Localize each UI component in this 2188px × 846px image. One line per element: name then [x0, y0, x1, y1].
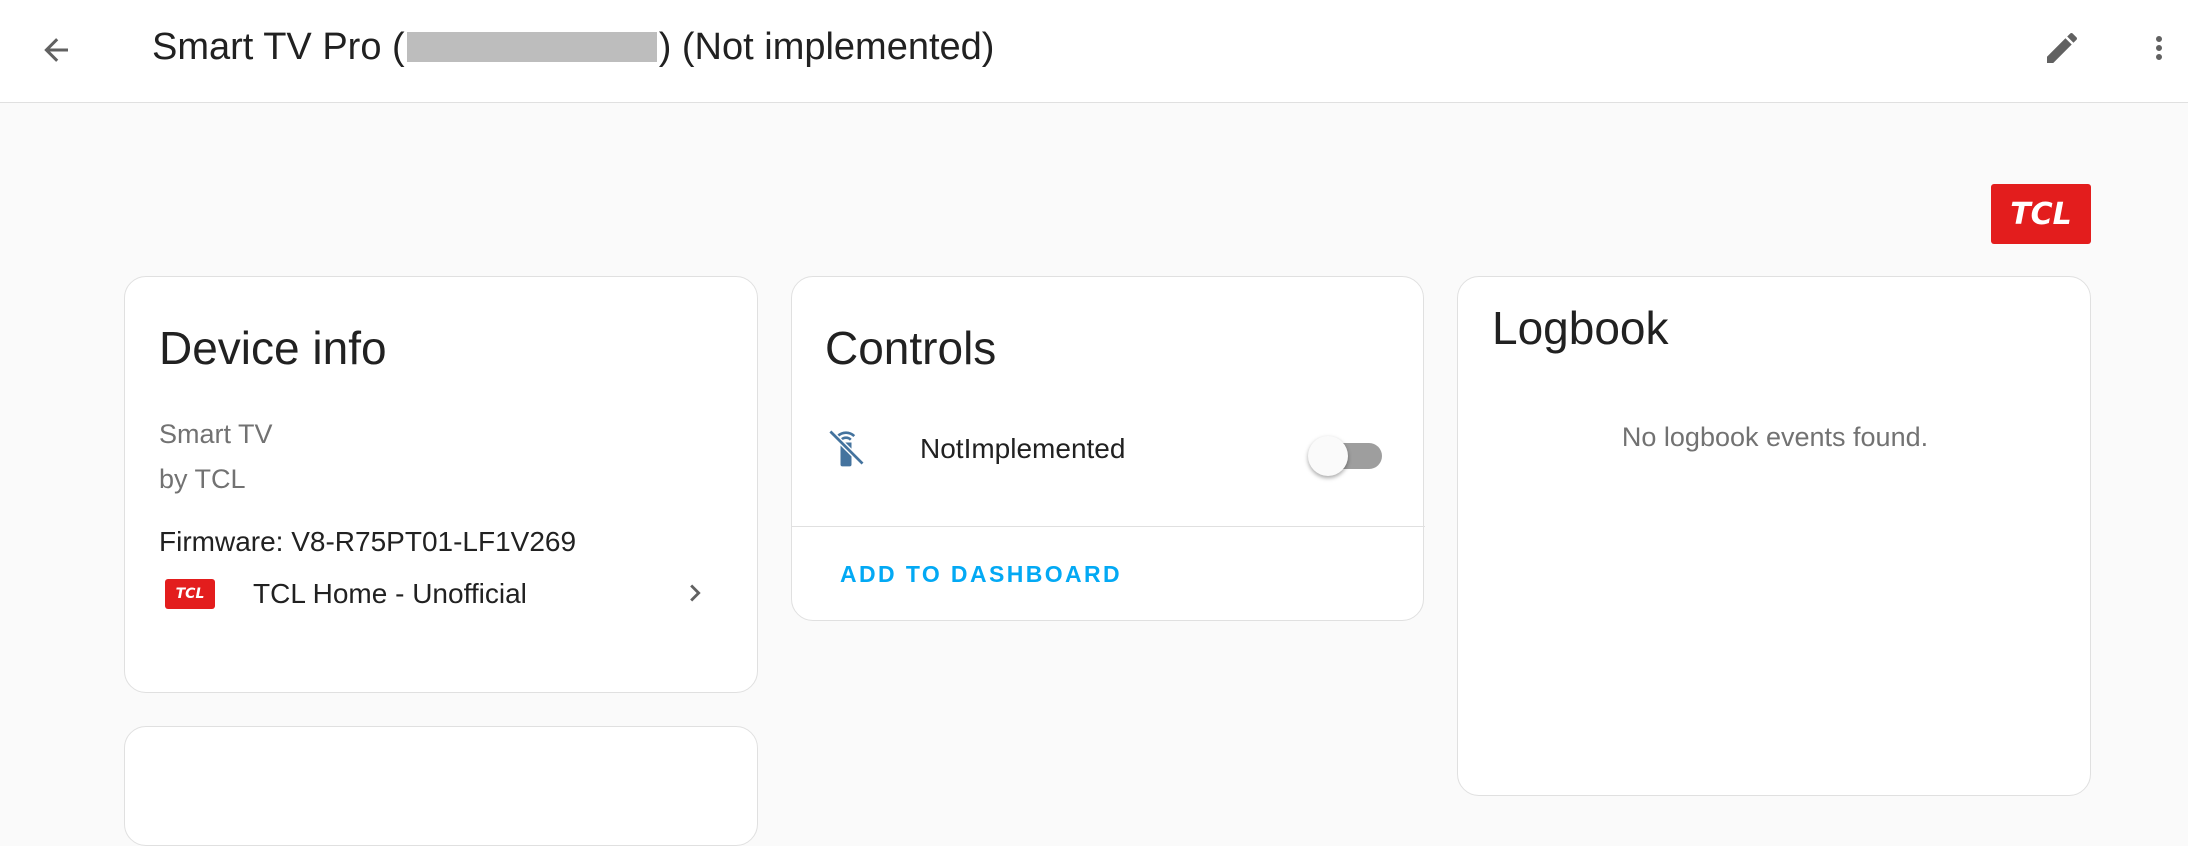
remote-off-icon: [824, 421, 868, 475]
device-firmware: Firmware: V8-R75PT01-LF1V269: [159, 526, 577, 557]
integration-logo-text: TCL: [175, 586, 205, 602]
back-button[interactable]: [26, 20, 86, 80]
app-toolbar: Smart TV Pro ( ) (Not implemented): [0, 0, 2188, 103]
divider: [792, 526, 1425, 527]
title-prefix: Smart TV Pro (: [152, 26, 405, 68]
device-info-card: Device info Smart TV by TCL Firmware: V8…: [124, 276, 758, 693]
edit-button[interactable]: [2032, 18, 2092, 78]
title-suffix: ) (Not implemented): [658, 26, 995, 68]
brand-logo: TCL: [1991, 184, 2091, 244]
toggle-thumb: [1308, 436, 1348, 476]
overflow-menu-button[interactable]: [2130, 18, 2188, 78]
entity-name[interactable]: NotImplemented: [920, 433, 1125, 465]
logbook-card: Logbook No logbook events found.: [1457, 276, 2091, 796]
secondary-card: [124, 726, 758, 846]
brand-logo-text: TCL: [2010, 196, 2072, 232]
entity-toggle[interactable]: [1308, 435, 1386, 476]
integration-name[interactable]: TCL Home - Unofficial: [253, 578, 527, 610]
chevron-right-icon[interactable]: [677, 575, 713, 611]
integration-link[interactable]: [125, 603, 759, 683]
controls-card: Controls NotImplemented ADD TO DASHBOARD: [791, 276, 1425, 621]
logbook-title: Logbook: [1492, 302, 1669, 354]
add-to-dashboard-button[interactable]: ADD TO DASHBOARD: [840, 561, 1122, 588]
controls-title: Controls: [825, 322, 997, 374]
device-model: Smart TV: [159, 419, 273, 449]
pencil-icon: [2047, 32, 2078, 63]
device-info-title: Device info: [159, 322, 387, 374]
logbook-empty-message: No logbook events found.: [1621, 422, 1929, 452]
dots-vertical-icon: [2156, 36, 2162, 60]
page-title: Smart TV Pro ( ) (Not implemented): [152, 22, 994, 72]
redacted-block: [406, 32, 657, 62]
device-manufacturer: by TCL: [159, 464, 246, 494]
arrow-left-icon: [44, 38, 68, 62]
integration-logo: TCL: [165, 579, 215, 609]
entity-row[interactable]: NotImplemented: [792, 421, 1425, 491]
